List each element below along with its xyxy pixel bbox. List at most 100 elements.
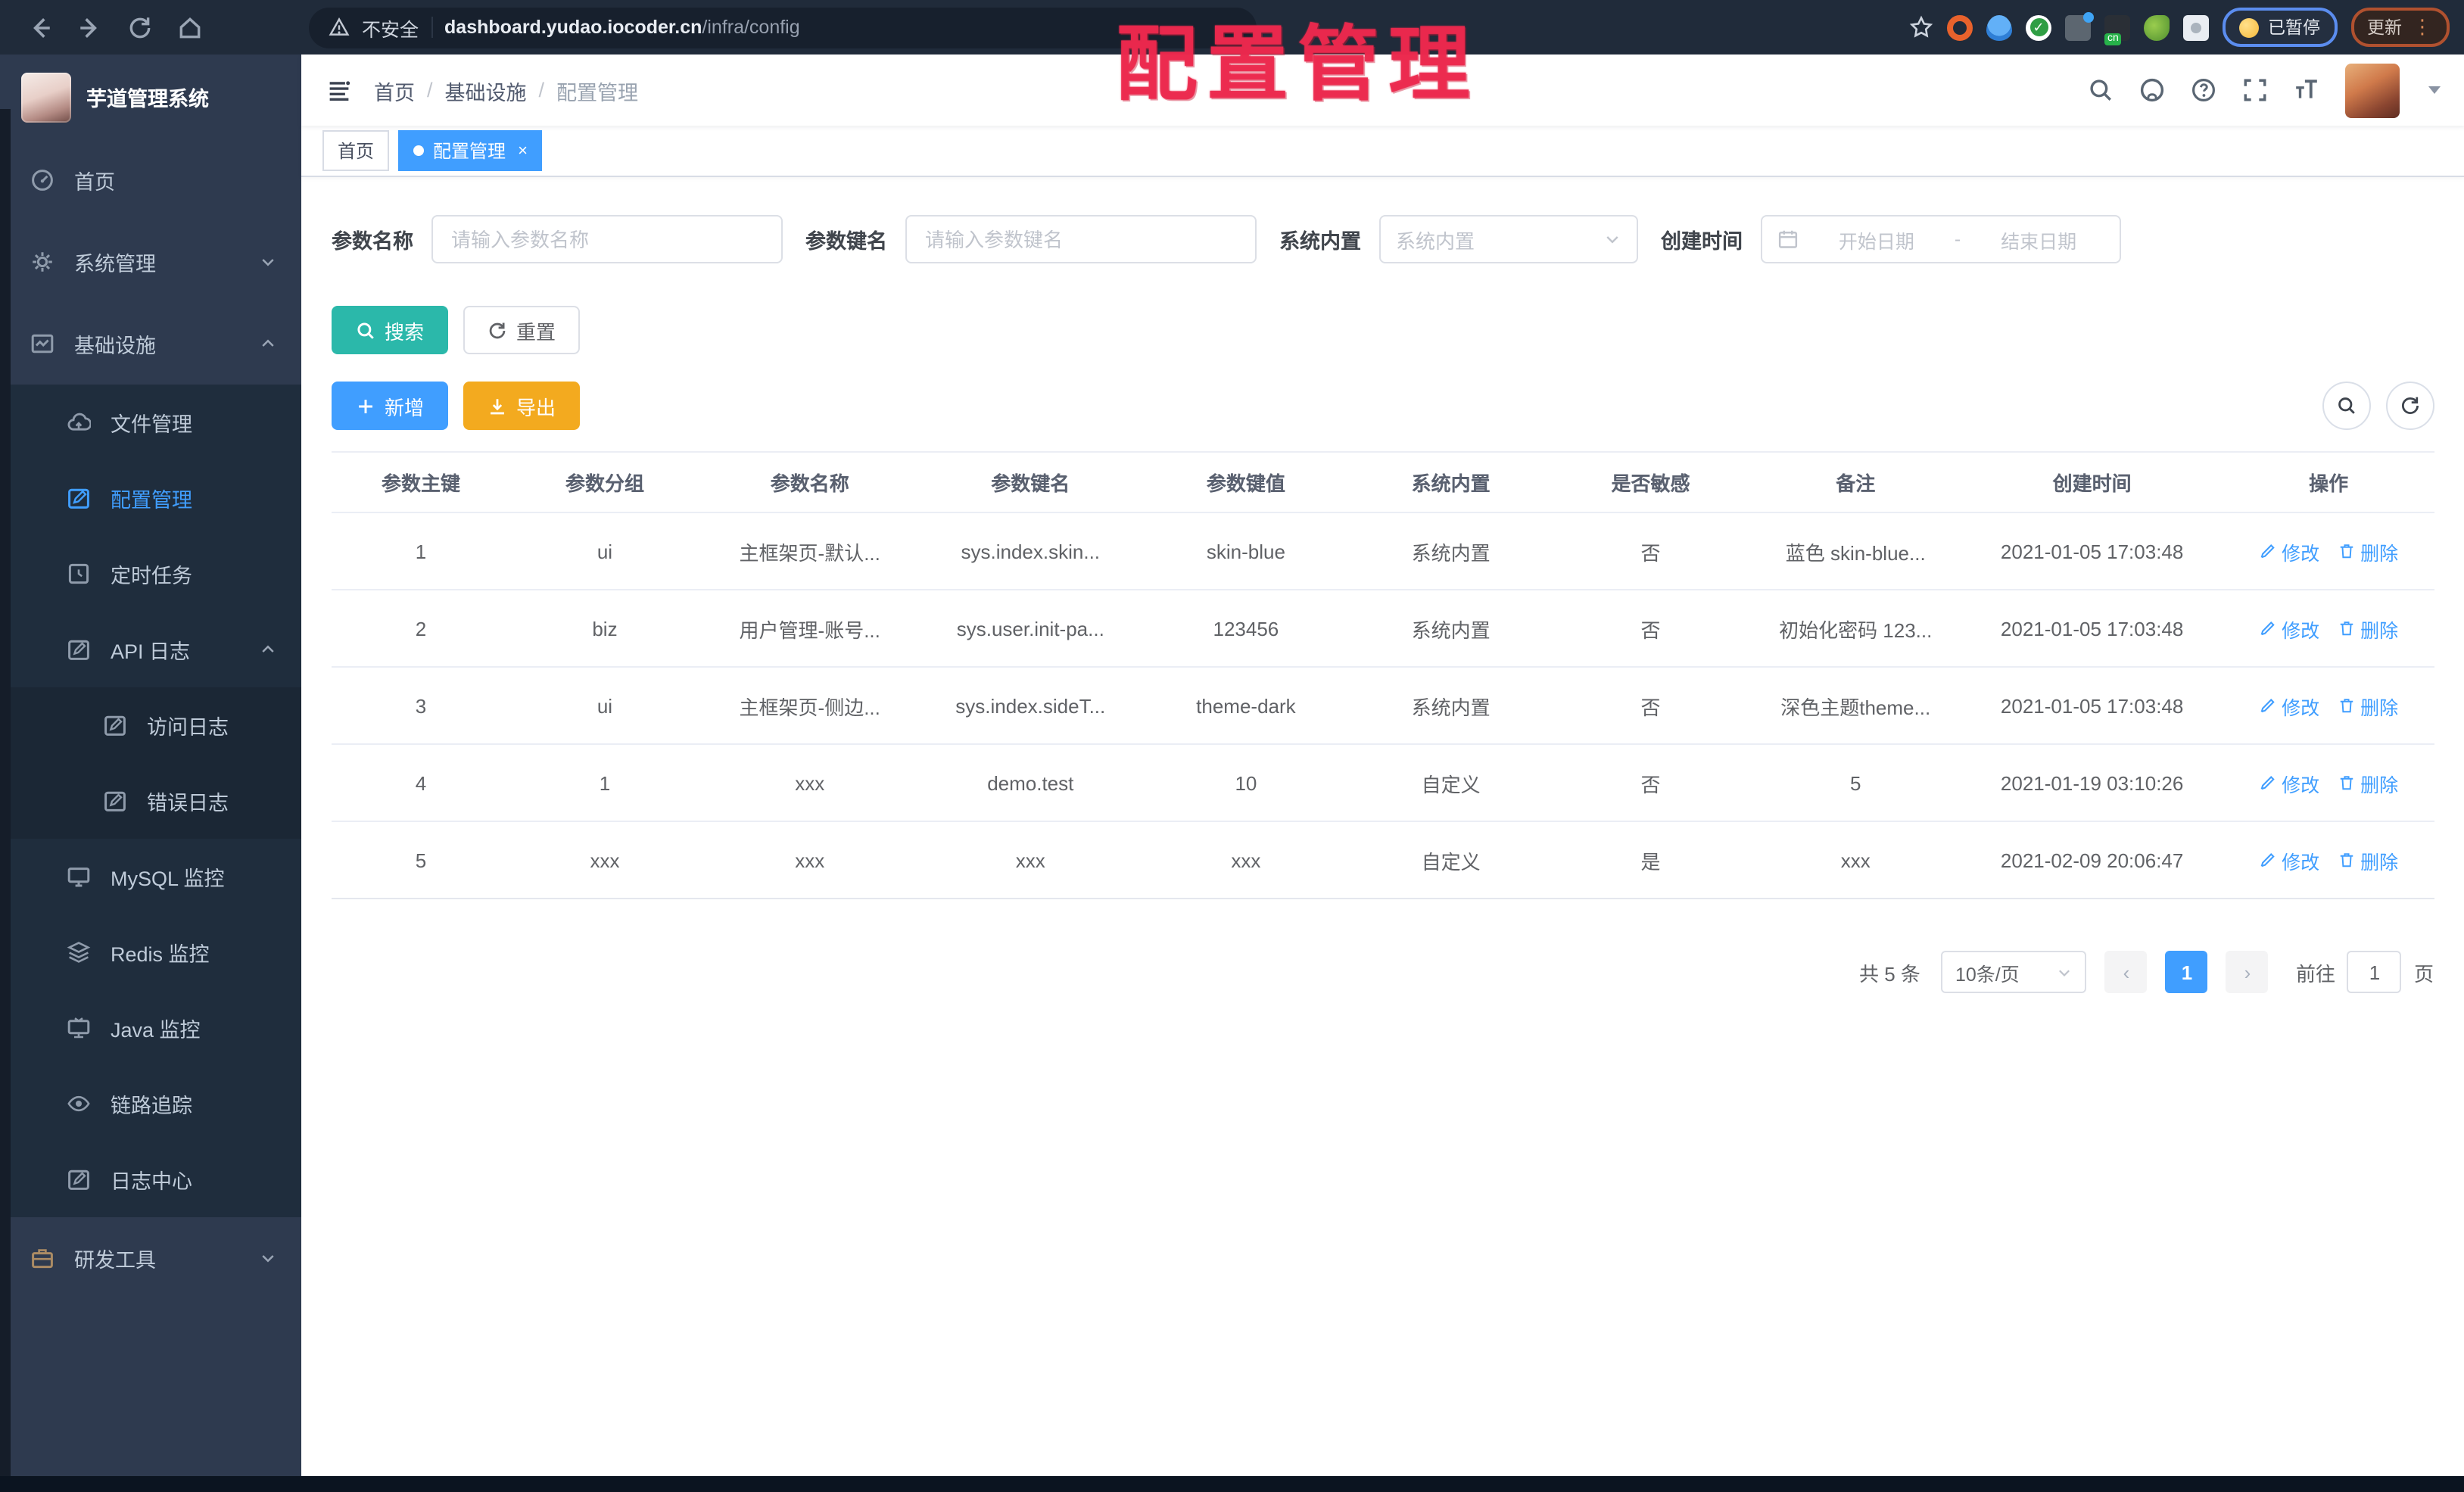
sidebar-item-Java 监控[interactable]: Java 监控 xyxy=(0,990,301,1066)
sidebar-item-日志中心[interactable]: 日志中心 xyxy=(0,1142,301,1217)
sidebar-item-基础设施[interactable]: 基础设施 xyxy=(0,303,301,385)
collapse-sidebar-icon[interactable] xyxy=(326,76,353,104)
chevron-down-icon xyxy=(259,1249,277,1267)
table-cell: xxx xyxy=(1750,821,1961,899)
extension-orange-ring-icon[interactable] xyxy=(1947,14,1973,40)
bookmark-star-icon[interactable] xyxy=(1909,15,1933,39)
builtin-select[interactable]: 系统内置 xyxy=(1379,215,1638,263)
breadcrumb-item[interactable]: 首页 xyxy=(374,75,415,105)
table-cell: 2021-01-05 17:03:48 xyxy=(1961,512,2224,590)
extension-check-icon[interactable]: ✓ xyxy=(2026,14,2051,40)
close-tab-icon[interactable]: × xyxy=(518,142,528,160)
delete-link[interactable]: 删除 xyxy=(2338,614,2398,643)
sidebar-item-MySQL 监控[interactable]: MySQL 监控 xyxy=(0,839,301,914)
search-icon[interactable] xyxy=(2087,77,2113,103)
paused-badge[interactable]: 已暂停 xyxy=(2223,8,2337,47)
table-row: 3 ui 主框架页-侧边... sys.index.sideT... theme-dar… xyxy=(332,667,2434,745)
prev-page-button[interactable]: ‹ xyxy=(2104,951,2148,993)
app-logo-row[interactable]: 芋道管理系统 xyxy=(0,55,301,139)
table-row: 5 xxx xxx xxx xxx 自定义是 xxx 2021-02-09 20:06:47 修… xyxy=(332,821,2434,899)
toggle-search-button[interactable] xyxy=(2322,382,2370,430)
sidebar-item-访问日志[interactable]: 访问日志 xyxy=(0,687,301,763)
sidebar-item-定时任务[interactable]: 定时任务 xyxy=(0,536,301,612)
table-cell: 2021-01-05 17:03:48 xyxy=(1961,590,2224,668)
actions-cell: 修改 删除 xyxy=(2223,512,2434,590)
page-size-select[interactable]: 10条/页 xyxy=(1941,951,2087,993)
table-cell: 4 xyxy=(332,744,511,822)
update-button[interactable]: 更新 ⋮ xyxy=(2350,8,2449,47)
total-count: 共 5 条 xyxy=(1859,962,1920,985)
delete-link[interactable]: 删除 xyxy=(2338,691,2398,720)
sidebar-item-label: Java 监控 xyxy=(111,1019,201,1042)
tab-首页[interactable]: 首页 xyxy=(322,130,390,171)
kebab-menu-icon[interactable]: ⋮ xyxy=(2413,17,2432,36)
delete-link[interactable]: 删除 xyxy=(2338,846,2398,874)
filter-label: 参数键名 xyxy=(805,230,887,253)
address-bar[interactable]: 不安全 dashboard.yudao.iocoder.cn/infra/con… xyxy=(309,7,1257,48)
goto-page-input[interactable] xyxy=(2347,951,2402,993)
tab-配置管理[interactable]: 配置管理 × xyxy=(398,130,543,171)
edit-link[interactable]: 修改 xyxy=(2259,846,2319,874)
end-date-placeholder: 结束日期 xyxy=(2001,231,2077,252)
table-cell: 5 xyxy=(332,821,511,899)
filter-create-time: 创建时间 开始日期 - 结束日期 xyxy=(1661,215,2121,263)
param-name-input[interactable] xyxy=(431,215,783,263)
extension-gray-icon[interactable] xyxy=(2065,11,2094,40)
table-cell: xxx xyxy=(920,821,1142,899)
extension-leaf-icon[interactable] xyxy=(2144,14,2170,40)
magnifier-icon xyxy=(2335,395,2357,416)
user-avatar[interactable] xyxy=(2344,63,2399,117)
table-cell: 深色主题theme... xyxy=(1750,667,1961,745)
help-icon[interactable] xyxy=(2190,77,2216,103)
table-cell: 3 xyxy=(332,667,511,745)
avatar-caret-icon[interactable] xyxy=(2428,86,2440,94)
search-button[interactable]: 搜索 xyxy=(332,306,449,354)
sidebar-item-系统管理[interactable]: 系统管理 xyxy=(0,221,301,303)
current-page-button[interactable]: 1 xyxy=(2165,951,2208,993)
log-icon xyxy=(103,713,127,737)
export-button[interactable]: 导出 xyxy=(463,382,581,430)
table-cell: 主框架页-侧边... xyxy=(699,667,920,745)
font-size-icon[interactable] xyxy=(2293,77,2319,103)
refresh-table-button[interactable] xyxy=(2385,382,2434,430)
back-icon[interactable] xyxy=(27,14,53,40)
breadcrumb-item[interactable]: 基础设施 xyxy=(445,75,527,105)
date-range-picker[interactable]: 开始日期 - 结束日期 xyxy=(1761,215,2121,263)
table-cell: 初始化密码 123... xyxy=(1750,590,1961,668)
param-key-input[interactable] xyxy=(905,215,1257,263)
home-icon[interactable] xyxy=(177,14,203,40)
delete-link[interactable]: 删除 xyxy=(2338,537,2398,565)
fullscreen-icon[interactable] xyxy=(2241,77,2267,103)
sidebar-item-文件管理[interactable]: 文件管理 xyxy=(0,385,301,460)
add-button[interactable]: 新增 xyxy=(332,382,449,430)
reset-button[interactable]: 重置 xyxy=(463,306,581,354)
edit-link[interactable]: 修改 xyxy=(2259,537,2319,565)
trash-icon xyxy=(2338,542,2356,560)
sidebar-item-研发工具[interactable]: 研发工具 xyxy=(0,1217,301,1299)
sidebar-item-错误日志[interactable]: 错误日志 xyxy=(0,763,301,839)
edit-link[interactable]: 修改 xyxy=(2259,614,2319,643)
delete-link[interactable]: 删除 xyxy=(2338,768,2398,797)
crud-actions-row: 新增 导出 xyxy=(332,382,2434,430)
chevron-up-icon xyxy=(259,640,277,659)
github-icon[interactable] xyxy=(2138,77,2164,103)
table-cell: 否 xyxy=(1550,744,1751,822)
table-cell: 否 xyxy=(1550,590,1751,668)
edit-link[interactable]: 修改 xyxy=(2259,691,2319,720)
extension-cn-icon[interactable]: cn xyxy=(2104,14,2130,45)
table-cell: 用户管理-账号... xyxy=(699,590,920,668)
reload-icon[interactable] xyxy=(127,14,153,40)
sidebar-item-链路追踪[interactable]: 链路追踪 xyxy=(0,1066,301,1142)
sidebar-item-label: MySQL 监控 xyxy=(111,867,225,890)
app-title: 芋道管理系统 xyxy=(86,88,209,111)
sidebar-item-API 日志[interactable]: API 日志 xyxy=(0,612,301,687)
extension-pin-icon[interactable] xyxy=(1986,14,2012,40)
next-page-button[interactable]: › xyxy=(2226,951,2269,993)
extensions-puzzle-icon[interactable] xyxy=(2183,14,2209,40)
search-icon xyxy=(356,320,375,340)
sidebar-item-Redis 监控[interactable]: Redis 监控 xyxy=(0,914,301,990)
edit-link[interactable]: 修改 xyxy=(2259,768,2319,797)
forward-icon[interactable] xyxy=(77,14,103,40)
sidebar-item-配置管理[interactable]: 配置管理 xyxy=(0,460,301,536)
sidebar-item-首页[interactable]: 首页 xyxy=(0,139,301,221)
